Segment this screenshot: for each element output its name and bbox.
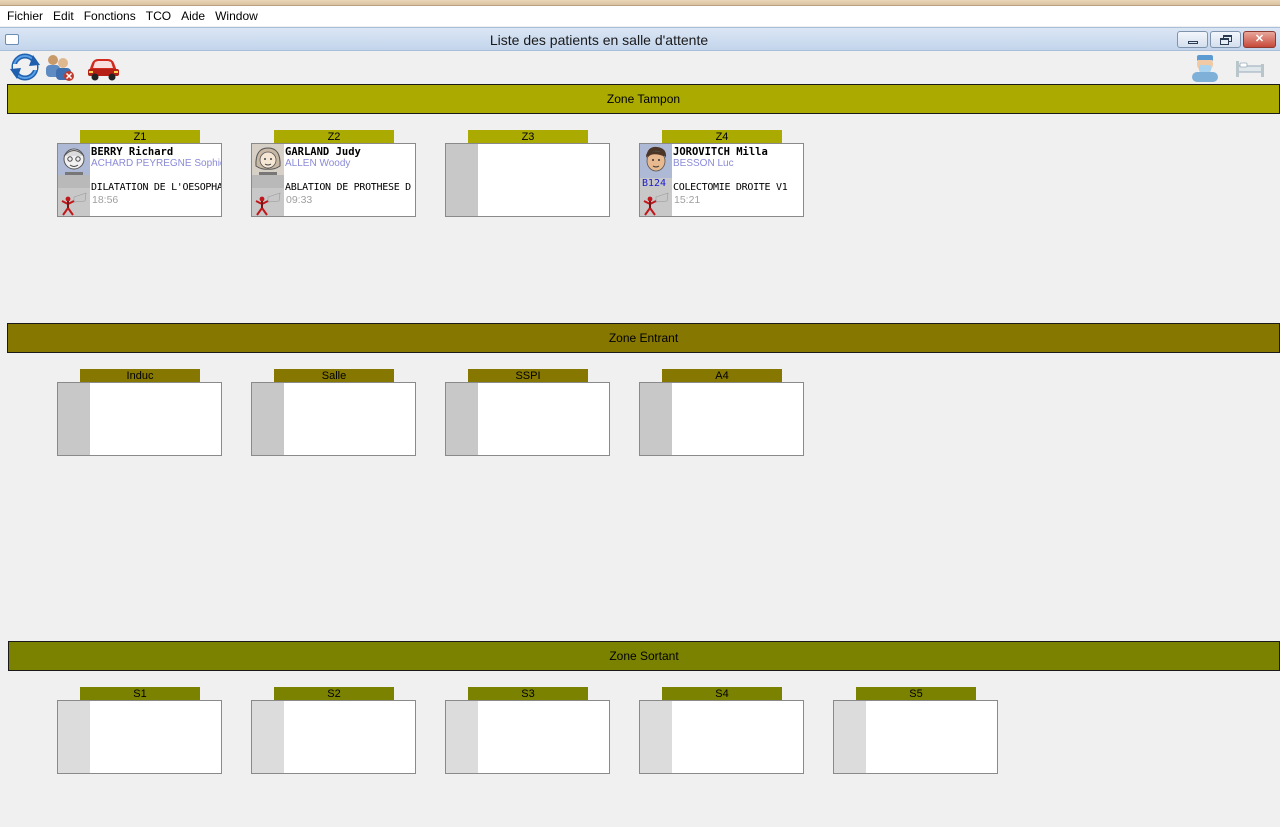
slot-label: Z1	[80, 130, 200, 144]
empty-slot-card[interactable]	[57, 700, 222, 774]
card-side	[640, 701, 672, 773]
slot-induc[interactable]: Induc	[57, 369, 222, 459]
slot-label: S2	[274, 687, 394, 701]
slot-s5[interactable]: S5	[833, 687, 998, 777]
slot-s3[interactable]: S3	[445, 687, 610, 777]
patient-doctor: ALLEN Woody	[285, 158, 351, 169]
bed-button[interactable]	[1232, 52, 1266, 82]
alert-person-icon	[61, 192, 87, 216]
empty-slot-card[interactable]	[639, 700, 804, 774]
patient-avatar	[252, 144, 284, 188]
patient-procedure: COLECTOMIE DROITE V1	[673, 182, 788, 193]
patient-card[interactable]: GARLAND Judy ALLEN Woody ABLATION DE PRO…	[251, 143, 416, 217]
bed-icon	[1236, 61, 1264, 77]
slot-label: Z4	[662, 130, 782, 144]
card-side	[446, 383, 478, 455]
empty-slot-card[interactable]	[833, 700, 998, 774]
slot-label: Z2	[274, 130, 394, 144]
slot-label: Salle	[274, 369, 394, 383]
patient-users-icon	[46, 55, 74, 81]
slot-label: S5	[856, 687, 976, 701]
empty-slot-card[interactable]	[251, 382, 416, 456]
refresh-icon	[10, 53, 40, 81]
patient-time: 18:56	[92, 194, 119, 206]
slot-label: Z3	[468, 130, 588, 144]
restore-button[interactable]	[1210, 31, 1241, 48]
menu-aide[interactable]: Aide	[176, 6, 210, 26]
empty-slot-card[interactable]	[639, 382, 804, 456]
empty-slot-card[interactable]	[57, 382, 222, 456]
slot-label: S4	[662, 687, 782, 701]
restore-icon-front	[1220, 38, 1229, 45]
card-side	[58, 383, 90, 455]
patient-card[interactable]: B124 JOROVITCH Milla BESSON Luc COLECTOM…	[639, 143, 804, 217]
patient-name: GARLAND Judy	[285, 146, 361, 158]
app-window: Fichier Edit Fonctions TCO Aide Window L…	[0, 0, 1280, 827]
slot-z1[interactable]: Z1 BERRY Richard ACHARD PEYREGNE Sophie …	[57, 130, 222, 220]
alert-person-icon	[643, 192, 669, 216]
slot-label: S1	[80, 687, 200, 701]
slot-label: SSPI	[468, 369, 588, 383]
refresh-button[interactable]	[9, 52, 43, 82]
close-button[interactable]: ✕	[1243, 31, 1276, 48]
empty-slot-card[interactable]	[251, 700, 416, 774]
patient-doctor: ACHARD PEYREGNE Sophie	[91, 158, 221, 169]
zone-sortant-header: Zone Sortant	[8, 641, 1280, 671]
card-side	[252, 701, 284, 773]
slot-s2[interactable]: S2	[251, 687, 416, 777]
slot-s4[interactable]: S4	[639, 687, 804, 777]
minimize-button[interactable]	[1177, 31, 1208, 48]
slot-z2[interactable]: Z2 GARLAND Judy ALLEN Woody ABLATION DE …	[251, 130, 416, 220]
transport-button[interactable]	[86, 52, 120, 82]
patient-avatar	[58, 144, 90, 188]
surgeon-icon	[1192, 55, 1218, 82]
card-side	[58, 701, 90, 773]
window-title-bar: Liste des patients en salle d'attente ✕	[0, 27, 1280, 51]
card-side	[446, 144, 478, 216]
patient-doctor: BESSON Luc	[673, 158, 734, 169]
slot-salle[interactable]: Salle	[251, 369, 416, 459]
slot-a4[interactable]: A4	[639, 369, 804, 459]
patient-procedure: DILATATION DE L'OESOPHA	[91, 182, 221, 193]
zone-tampon-header: Zone Tampon	[7, 84, 1280, 114]
slot-z3[interactable]: Z3	[445, 130, 610, 220]
patient-name: JOROVITCH Milla	[673, 146, 768, 158]
patient-time: 09:33	[286, 194, 313, 206]
menu-fonctions[interactable]: Fonctions	[79, 6, 141, 26]
patient-procedure: ABLATION DE PROTHESE D	[285, 182, 411, 193]
slot-label: Induc	[80, 369, 200, 383]
empty-slot-card[interactable]	[445, 700, 610, 774]
room-code: B124	[642, 178, 667, 189]
menu-edit[interactable]: Edit	[48, 6, 79, 26]
empty-slot-card[interactable]	[445, 382, 610, 456]
zone-entrant-header: Zone Entrant	[7, 323, 1280, 353]
patients-button[interactable]	[43, 52, 77, 82]
card-side	[446, 701, 478, 773]
close-icon: ✕	[1254, 33, 1265, 45]
transport-car-icon	[88, 59, 119, 81]
slot-label: A4	[662, 369, 782, 383]
menu-bar: Fichier Edit Fonctions TCO Aide Window	[0, 6, 1280, 26]
card-side	[252, 383, 284, 455]
menu-window[interactable]: Window	[210, 6, 263, 26]
minimize-icon	[1188, 41, 1198, 44]
empty-slot-card[interactable]	[445, 143, 610, 217]
patient-time: 15:21	[674, 194, 701, 206]
alert-person-icon	[255, 192, 281, 216]
slot-z4[interactable]: Z4 B124 JOROVITCH Milla BESSON Luc COLEC…	[639, 130, 804, 220]
patient-card[interactable]: BERRY Richard ACHARD PEYREGNE Sophie DIL…	[57, 143, 222, 217]
slot-label: S3	[468, 687, 588, 701]
menu-fichier[interactable]: Fichier	[2, 6, 48, 26]
card-side	[834, 701, 866, 773]
window-title: Liste des patients en salle d'attente	[489, 32, 709, 48]
menu-tco[interactable]: TCO	[141, 6, 176, 26]
slot-s1[interactable]: S1	[57, 687, 222, 777]
patient-name: BERRY Richard	[91, 146, 174, 158]
slot-sspi[interactable]: SSPI	[445, 369, 610, 459]
card-side	[640, 383, 672, 455]
surgeon-button[interactable]	[1188, 52, 1222, 82]
